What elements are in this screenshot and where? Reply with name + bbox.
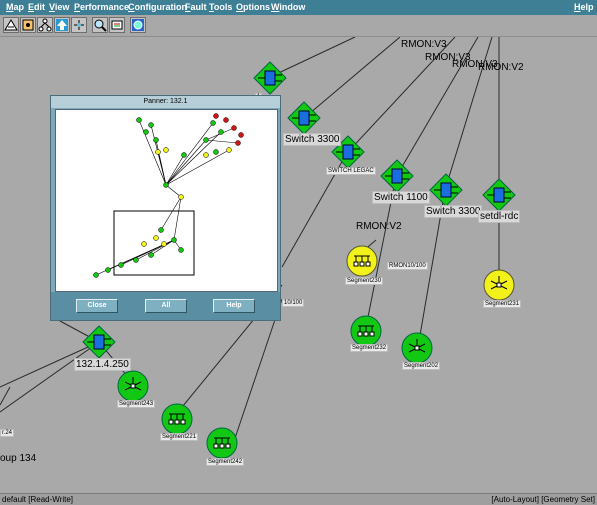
panner-button-bar: Close All Help (51, 292, 280, 320)
panner-overview[interactable] (55, 109, 278, 292)
network-icon[interactable] (20, 17, 36, 33)
node-label: 132.1.4.250 (74, 358, 131, 371)
menu-edit[interactable]: Edit (28, 2, 45, 13)
menu-help[interactable]: Help (574, 2, 594, 13)
home-icon[interactable] (3, 17, 19, 33)
panner-window[interactable]: Panner: 132.1 Close All Help (50, 95, 281, 321)
up-icon[interactable] (54, 17, 70, 33)
node-label: RMON:V3 (401, 39, 447, 50)
node-label: Segment230 (345, 277, 384, 285)
segment-star-green-icon[interactable] (117, 370, 149, 402)
menu-fault[interactable]: Fault (185, 2, 207, 13)
node-label: r.24 (0, 429, 15, 437)
split-icon[interactable] (71, 17, 87, 33)
globe-icon[interactable] (130, 17, 146, 33)
switch-node-icon[interactable] (380, 159, 414, 193)
close-button[interactable]: Close (76, 299, 118, 313)
menu-performance[interactable]: Performance (74, 2, 129, 13)
status-left: default [Read-Write] (2, 495, 73, 504)
help-button[interactable]: Help (213, 299, 255, 313)
menu-tools[interactable]: Tools (209, 2, 232, 13)
node-label: Switch 3300 (283, 133, 342, 146)
status-bar: default [Read-Write] [Auto-Layout] [Geom… (0, 493, 597, 505)
segment-green-icon[interactable] (350, 315, 382, 347)
menu-map[interactable]: Map (6, 2, 24, 13)
node-label: Segment242 (206, 458, 245, 466)
node-label: SWITCH LEGAC (326, 167, 376, 175)
node-label: RMON10/100 (387, 262, 428, 270)
node-label: 10/100 (282, 299, 305, 307)
toolbar (0, 15, 597, 37)
segment-green-icon[interactable] (161, 403, 193, 435)
panner-title: Panner: 132.1 (51, 96, 280, 108)
overview-graph (93, 113, 244, 278)
tree-icon[interactable] (37, 17, 53, 33)
node-label: setdl-rdc (478, 210, 521, 223)
switch-node-icon[interactable] (482, 178, 516, 212)
segment-star-yellow-icon[interactable] (483, 269, 515, 301)
menu-options[interactable]: Options (236, 2, 270, 13)
all-button[interactable]: All (145, 299, 187, 313)
node-label: oup 134 (0, 453, 37, 464)
refresh-icon[interactable] (109, 17, 125, 33)
node-label: Segment232 (350, 344, 389, 352)
status-right: [Auto-Layout] [Geometry Set] (491, 495, 595, 504)
zoom-icon[interactable] (92, 17, 108, 33)
switch-node-icon[interactable] (429, 173, 463, 207)
node-label: RMON:V2 (356, 221, 402, 232)
menu-bar: Map Edit View Performance Configuration … (0, 0, 597, 15)
switch-node-icon[interactable] (253, 61, 287, 95)
menu-configuration[interactable]: Configuration (128, 2, 187, 13)
node-label: Segment221 (160, 433, 199, 441)
node-label: Segment243 (117, 400, 156, 408)
viewport-rect (113, 210, 195, 276)
segment-green-icon[interactable] (206, 427, 238, 459)
segment-star-green-icon[interactable] (401, 332, 433, 364)
menu-view[interactable]: View (49, 2, 69, 13)
switch-node-icon[interactable] (82, 325, 116, 359)
segment-yellow-icon[interactable] (346, 245, 378, 277)
menu-window[interactable]: Window (271, 2, 305, 13)
node-label: Segment231 (483, 300, 522, 308)
switch-node-icon[interactable] (287, 101, 321, 135)
node-label: Switch 3300 (424, 205, 483, 218)
node-label: RMON:V2 (478, 62, 524, 73)
node-label: Segment202 (402, 362, 441, 370)
node-label: Switch 1100 (372, 191, 430, 204)
